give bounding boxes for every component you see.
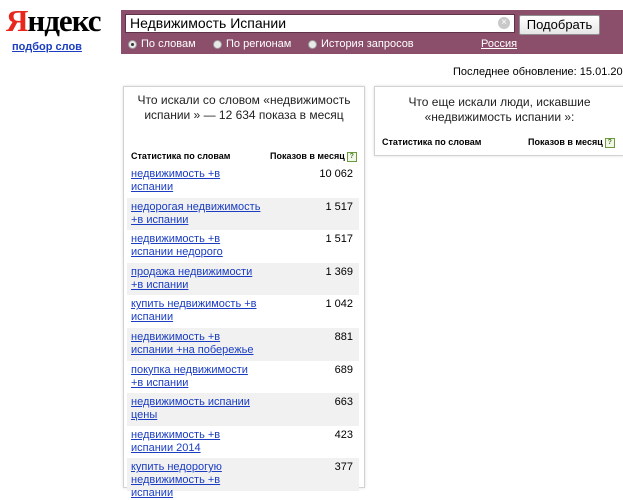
keyword-link[interactable]: недвижимость +в испании недорого <box>131 233 263 259</box>
keyword-link[interactable]: недвижимость +в испании +на побережье <box>131 331 263 357</box>
search-input[interactable]: Недвижимость Испании <box>125 14 515 33</box>
panel-title: Что искали со словом «недвижимость испан… <box>137 93 351 122</box>
col-header-shows: Показов в месяц? <box>528 137 615 148</box>
col-header-shows-label: Показов в месяц <box>270 151 345 161</box>
shows-count: 1 042 <box>325 298 353 311</box>
last-updated: Последнее обновление: 15.01.2015 <box>453 66 623 78</box>
table-row: недорогая недвижимость +в испании 1 517 <box>127 197 359 231</box>
table-row: недвижимость +в испании +на побережье 881 <box>127 327 359 361</box>
help-icon[interactable]: ? <box>346 151 357 162</box>
keyword-link[interactable]: купить недвижимость +в испании <box>131 298 263 324</box>
yandex-logo[interactable]: Яндекс <box>6 3 102 38</box>
table-row: купить недвижимость +в испании 1 042 <box>127 295 359 328</box>
radio-label: По регионам <box>226 38 292 50</box>
radio-by-regions[interactable]: По регионам <box>213 38 291 50</box>
logo-rest: ндекс <box>27 3 101 38</box>
logo-first-letter: Я <box>6 3 28 38</box>
submit-button[interactable]: Подобрать <box>519 15 600 35</box>
radio-label: История запросов <box>321 38 414 50</box>
search-bar: Недвижимость Испании × Подобрать По слов… <box>121 10 623 54</box>
col-header-shows-label: Показов в месяц <box>528 137 603 147</box>
radio-label: По словам <box>141 38 196 50</box>
table-row: недвижимость +в испании недорого 1 517 <box>127 230 359 263</box>
table-row: недвижимость испании цены 663 <box>127 393 359 426</box>
table-row: недвижимость +в испании 2014 423 <box>127 426 359 459</box>
shows-count: 689 <box>334 363 353 376</box>
keyword-link[interactable]: недорогая недвижимость +в испании <box>131 201 263 227</box>
radio-dot-selected <box>128 39 137 49</box>
keyword-link[interactable]: продажа недвижимости +в испании <box>131 266 263 292</box>
shows-count: 377 <box>334 461 353 474</box>
clear-icon[interactable]: × <box>498 17 510 29</box>
words-stats-panel: Что искали со словом «недвижимость испан… <box>123 86 365 499</box>
keyword-link[interactable]: купить недорогую недвижимость +в испании <box>131 461 263 500</box>
table-row: недвижимость +в испании 10 062 <box>127 165 359 198</box>
keyword-link[interactable]: недвижимость +в испании 2014 <box>131 429 263 455</box>
keyword-link[interactable]: недвижимость испании цены <box>131 396 263 422</box>
col-header-keywords: Статистика по словам <box>382 137 482 147</box>
col-header-keywords: Статистика по словам <box>131 151 231 161</box>
panel-title: Что еще искали люди, искавшие «недвижимо… <box>408 95 591 124</box>
radio-dot <box>308 39 317 49</box>
keyword-link[interactable]: недвижимость +в испании <box>131 168 263 194</box>
radio-history[interactable]: История запросов <box>308 38 414 50</box>
service-link[interactable]: подбор слов <box>12 41 82 53</box>
keyword-table: недвижимость +в испании 10 062 недорогая … <box>127 165 359 499</box>
shows-count: 1 517 <box>325 233 353 246</box>
related-queries-panel: Что еще искали люди, искавшие «недвижимо… <box>374 86 623 156</box>
table-row: покупка недвижимости +в испании 689 <box>127 361 359 394</box>
shows-count: 663 <box>334 396 353 409</box>
shows-count: 881 <box>334 330 353 343</box>
radio-dot <box>213 39 222 49</box>
region-link[interactable]: Россия <box>481 38 517 50</box>
table-row: купить недорогую недвижимость +в испании… <box>127 458 359 499</box>
shows-count: 423 <box>334 428 353 441</box>
shows-count: 1 517 <box>325 200 353 213</box>
shows-count: 1 369 <box>325 265 353 278</box>
table-row: продажа недвижимости +в испании 1 369 <box>127 262 359 296</box>
help-icon[interactable]: ? <box>604 137 615 148</box>
keyword-link[interactable]: покупка недвижимости +в испании <box>131 364 263 390</box>
col-header-shows: Показов в месяц? <box>270 151 357 162</box>
shows-count: 10 062 <box>319 168 353 180</box>
radio-by-words[interactable]: По словам <box>128 38 196 50</box>
